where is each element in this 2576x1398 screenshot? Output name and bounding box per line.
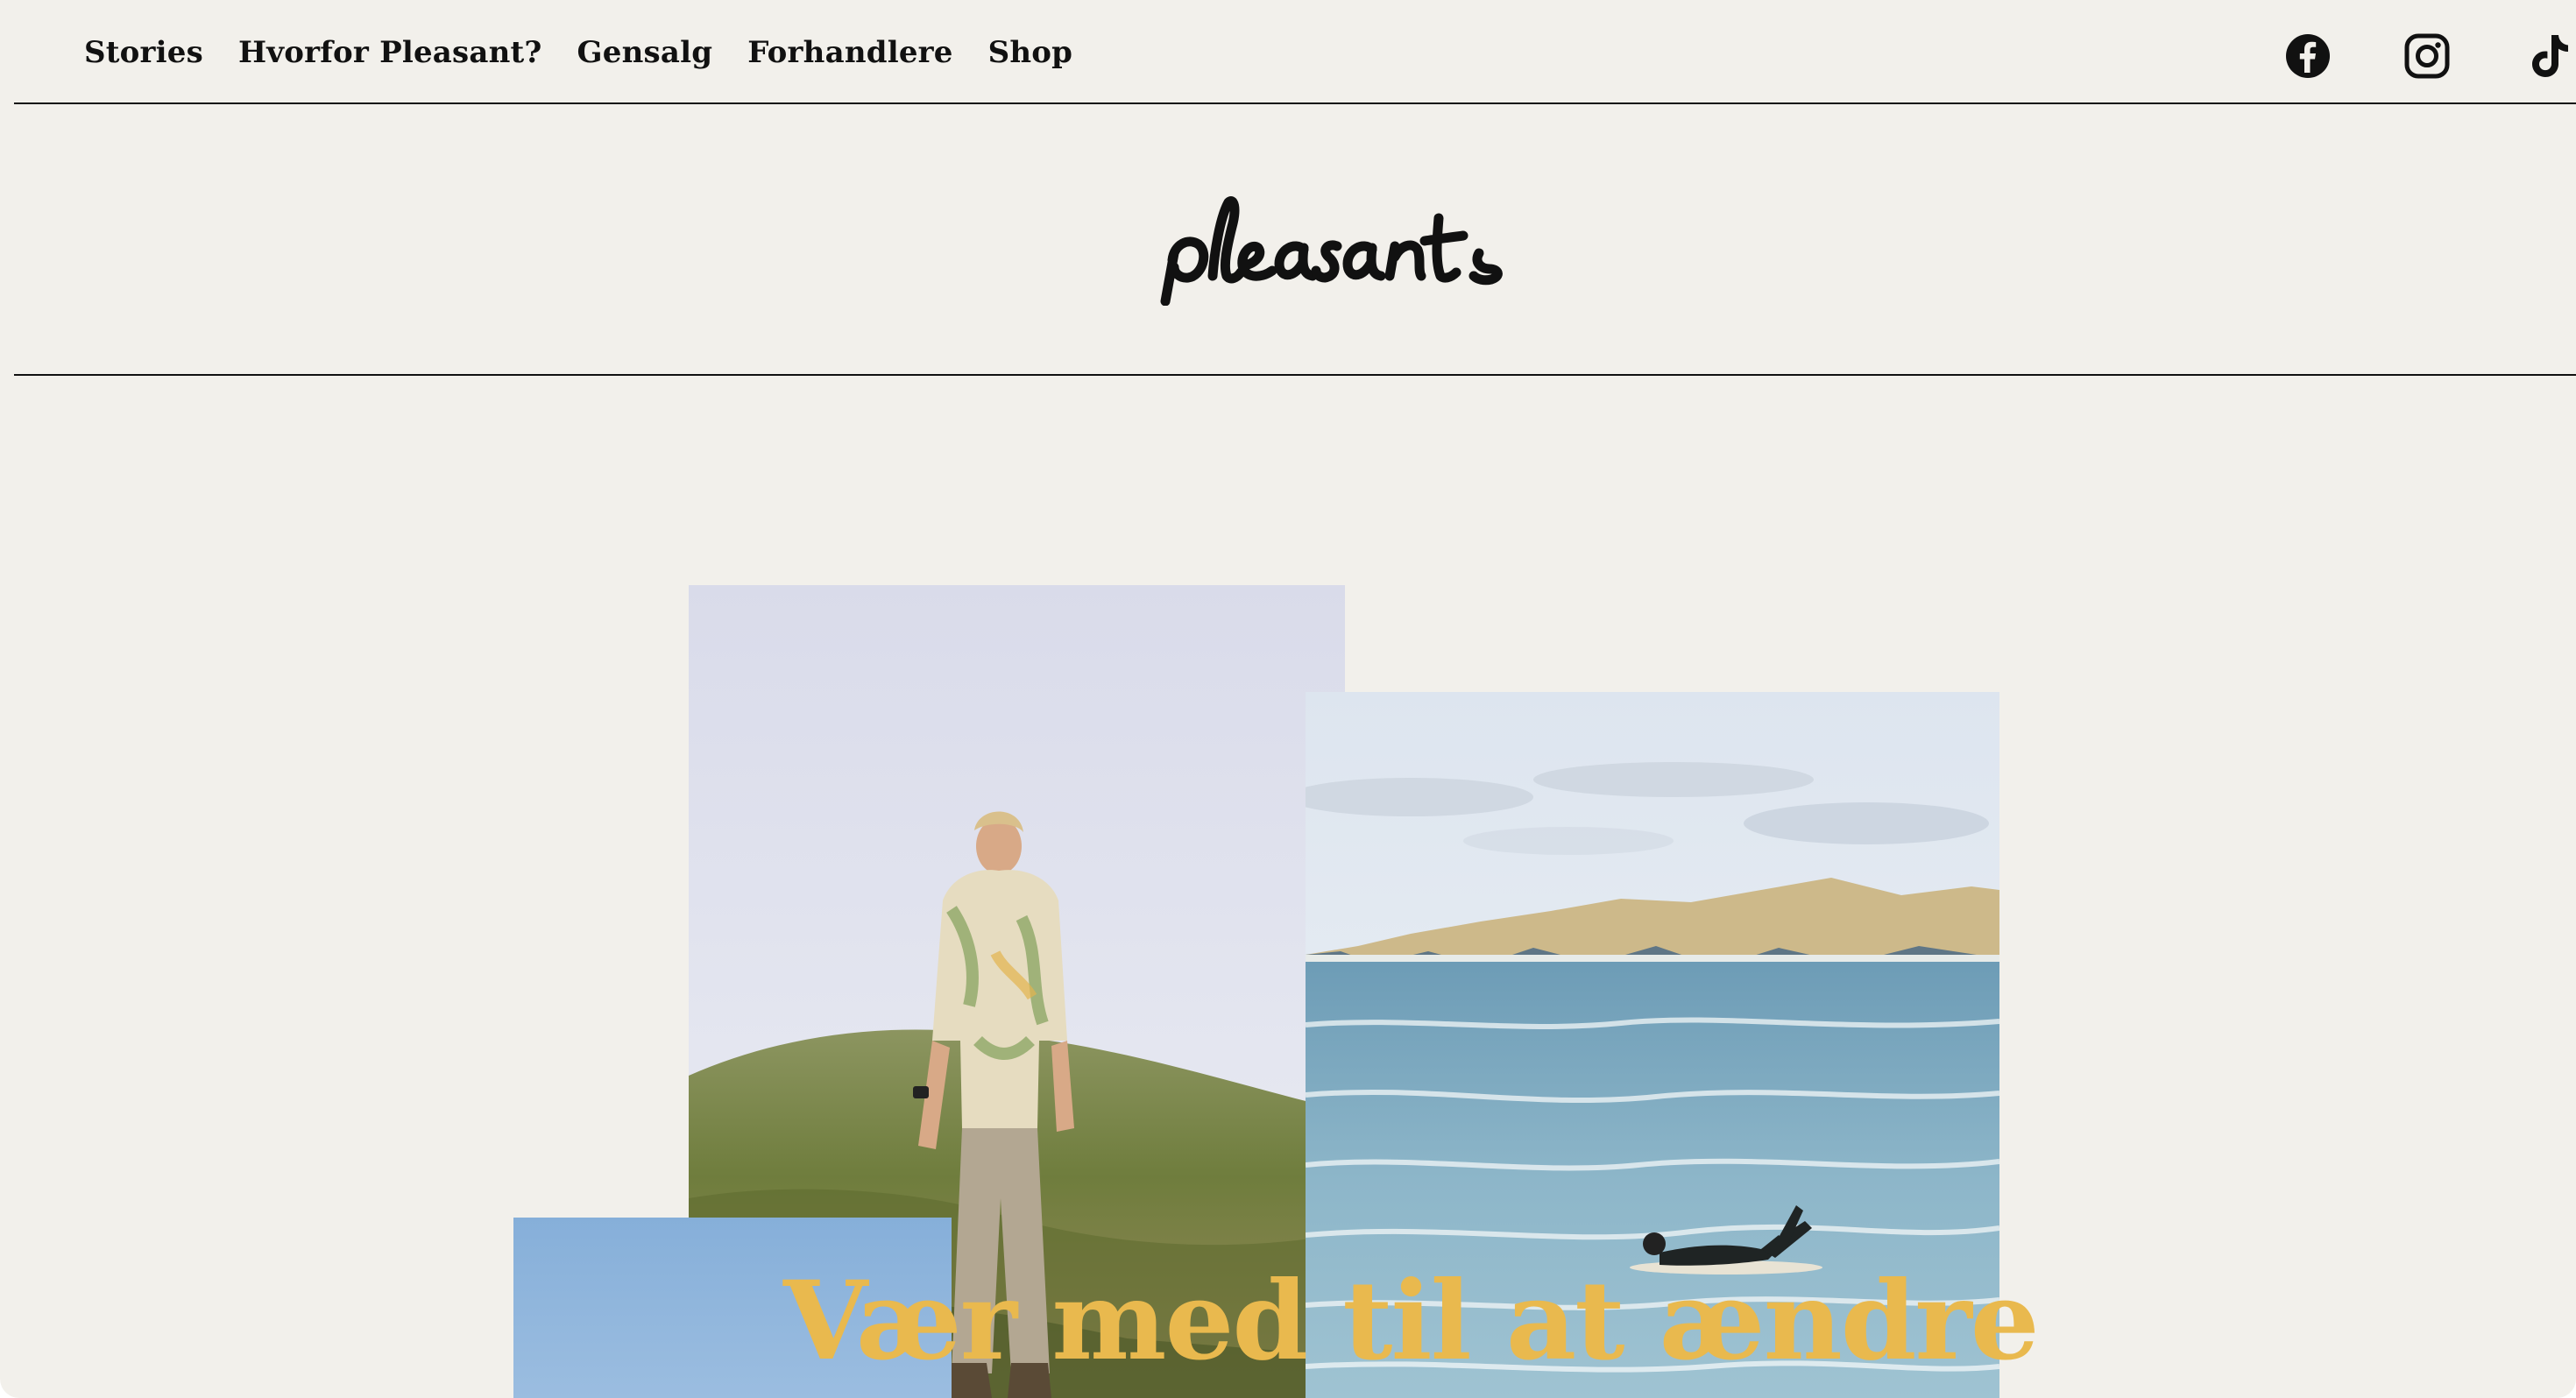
nav-link-forhandlere[interactable]: Forhandlere [747, 35, 952, 70]
hero-headline: Vær med til at ændre [783, 1258, 2040, 1385]
logo-band [14, 104, 2576, 376]
instagram-icon[interactable] [2403, 32, 2452, 81]
nav-link-hvorfor-pleasant[interactable]: Hvorfor Pleasant? [238, 35, 542, 70]
main-nav: Stories Hvorfor Pleasant? Gensalg Forhan… [84, 35, 1072, 70]
pleasant-logo[interactable] [1153, 192, 1512, 306]
facebook-icon[interactable] [2283, 32, 2332, 81]
top-navigation-bar: Stories Hvorfor Pleasant? Gensalg Forhan… [14, 0, 2576, 104]
nav-link-gensalg[interactable]: Gensalg [577, 35, 713, 70]
tiktok-icon[interactable] [2525, 32, 2574, 81]
nav-link-shop[interactable]: Shop [988, 35, 1073, 70]
page: Stories Hvorfor Pleasant? Gensalg Forhan… [0, 0, 2576, 1398]
nav-link-stories[interactable]: Stories [84, 35, 203, 70]
